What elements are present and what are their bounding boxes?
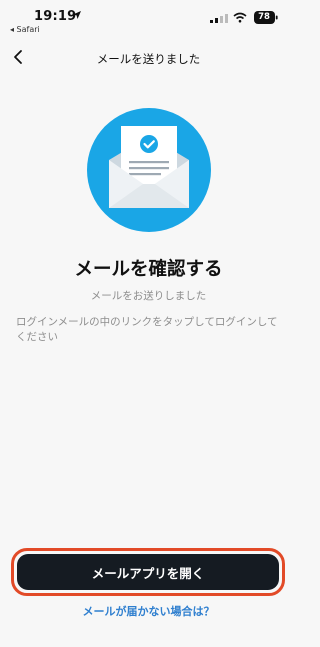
login-instruction-text: ログインメールの中のリンクをタップしてログインしてください xyxy=(16,316,278,343)
location-arrow-icon xyxy=(73,11,81,19)
open-mail-button-highlight: メールアプリを開く xyxy=(11,548,285,596)
cellular-signal-icon xyxy=(210,14,228,23)
back-to-app-link[interactable]: ◂ Safari xyxy=(10,25,40,34)
battery-level: 78 xyxy=(258,12,270,22)
email-checked-icon xyxy=(87,108,211,232)
navigation-bar: メールを送りました xyxy=(0,40,297,76)
status-bar: 19:19 ◂ Safari 78 xyxy=(0,0,297,38)
open-mail-app-button[interactable]: メールアプリを開く xyxy=(17,554,279,590)
page-title: メールを送りました xyxy=(96,52,201,66)
email-not-received-link[interactable]: メールが届かない場合は？ xyxy=(0,603,297,619)
sent-confirmation-text: メールをお送りしました xyxy=(90,290,207,302)
check-email-heading: メールを確認する xyxy=(74,259,223,280)
status-time: 19:19 xyxy=(34,9,77,24)
wifi-icon xyxy=(233,12,247,23)
